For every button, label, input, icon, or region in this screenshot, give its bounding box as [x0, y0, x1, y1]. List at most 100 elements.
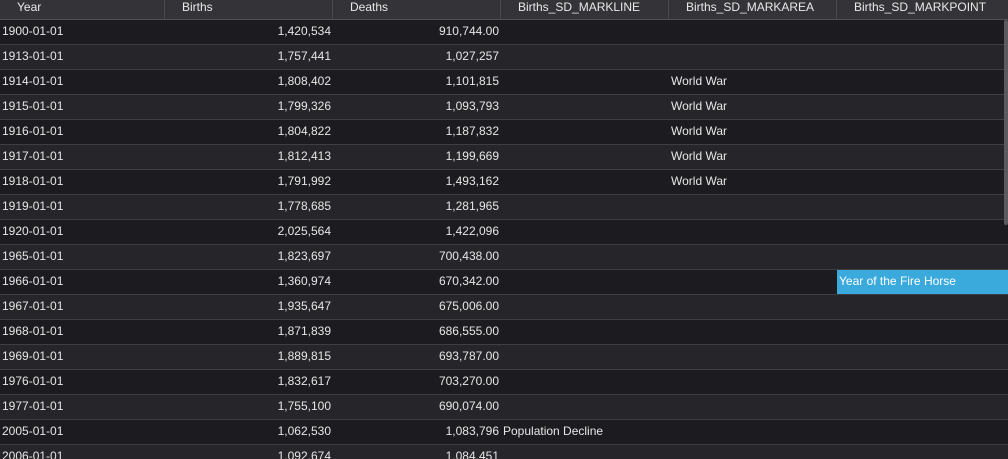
cell-births[interactable]: 1,808,402 [165, 70, 333, 94]
cell-births-sd-markarea[interactable]: World War [669, 170, 837, 194]
cell-births[interactable]: 1,812,413 [165, 145, 333, 169]
cell-births[interactable]: 1,889,815 [165, 345, 333, 369]
cell-deaths[interactable]: 1,493,162 [333, 170, 501, 194]
cell-births-sd-markpoint[interactable] [837, 245, 1008, 269]
cell-births-sd-markarea[interactable] [669, 220, 837, 244]
cell-year[interactable]: 1968-01-01 [0, 320, 165, 344]
cell-deaths[interactable]: 1,199,669 [333, 145, 501, 169]
cell-births-sd-markline[interactable] [501, 245, 669, 269]
cell-births-sd-markline[interactable] [501, 295, 669, 319]
cell-deaths[interactable]: 690,074.00 [333, 395, 501, 419]
cell-deaths[interactable]: 1,084,451 [333, 445, 501, 459]
cell-deaths[interactable]: 700,438.00 [333, 245, 501, 269]
vertical-scrollbar[interactable] [1004, 20, 1008, 225]
cell-births-sd-markarea[interactable] [669, 195, 837, 219]
cell-deaths[interactable]: 910,744.00 [333, 20, 501, 44]
cell-births-sd-markpoint[interactable] [837, 170, 1008, 194]
cell-births-sd-markline[interactable] [501, 195, 669, 219]
cell-births-sd-markarea[interactable] [669, 445, 837, 459]
cell-births-sd-markarea[interactable]: World War [669, 120, 837, 144]
cell-births-sd-markpoint[interactable] [837, 345, 1008, 369]
table-row[interactable]: 1965-01-01 1,823,697 700,438.00 [0, 245, 1008, 270]
cell-year[interactable]: 1966-01-01 [0, 270, 165, 294]
cell-year[interactable]: 1918-01-01 [0, 170, 165, 194]
table-row[interactable]: 1968-01-01 1,871,839 686,555.00 [0, 320, 1008, 345]
cell-births-sd-markline[interactable] [501, 370, 669, 394]
cell-births-sd-markpoint[interactable] [837, 195, 1008, 219]
cell-year[interactable]: 1917-01-01 [0, 145, 165, 169]
column-header-births-sd-markpoint[interactable]: Births_SD_MARKPOINT [837, 0, 1008, 19]
column-header-births[interactable]: Births [165, 0, 333, 19]
table-row[interactable]: 2005-01-01 1,062,530 1,083,796 Population D… [0, 420, 1008, 445]
table-row[interactable]: 1969-01-01 1,889,815 693,787.00 [0, 345, 1008, 370]
column-header-deaths[interactable]: Deaths [333, 0, 501, 19]
cell-births-sd-markarea[interactable] [669, 270, 837, 294]
cell-births-sd-markline[interactable] [501, 170, 669, 194]
cell-births-sd-markarea[interactable] [669, 370, 837, 394]
cell-births[interactable]: 1,935,647 [165, 295, 333, 319]
cell-year[interactable]: 1916-01-01 [0, 120, 165, 144]
cell-deaths[interactable]: 686,555.00 [333, 320, 501, 344]
cell-deaths[interactable]: 1,093,793 [333, 95, 501, 119]
cell-year[interactable]: 1919-01-01 [0, 195, 165, 219]
cell-births[interactable]: 1,360,974 [165, 270, 333, 294]
cell-deaths[interactable]: 675,006.00 [333, 295, 501, 319]
cell-births[interactable]: 2,025,564 [165, 220, 333, 244]
cell-births[interactable]: 1,832,617 [165, 370, 333, 394]
cell-births-sd-markline[interactable] [501, 220, 669, 244]
table-row[interactable]: 1976-01-01 1,832,617 703,270.00 [0, 370, 1008, 395]
cell-year[interactable]: 1920-01-01 [0, 220, 165, 244]
cell-births[interactable]: 1,871,839 [165, 320, 333, 344]
cell-births-sd-markpoint[interactable]: Year of the Fire Horse [837, 270, 1008, 294]
cell-births-sd-markline[interactable] [501, 320, 669, 344]
table-row[interactable]: 1919-01-01 1,778,685 1,281,965 [0, 195, 1008, 220]
cell-deaths[interactable]: 1,083,796 [333, 420, 501, 444]
cell-births-sd-markline[interactable]: Population Decline [501, 420, 669, 444]
cell-year[interactable]: 1900-01-01 [0, 20, 165, 44]
table-row[interactable]: 1977-01-01 1,755,100 690,074.00 [0, 395, 1008, 420]
cell-year[interactable]: 1914-01-01 [0, 70, 165, 94]
cell-births-sd-markpoint[interactable] [837, 445, 1008, 459]
cell-deaths[interactable]: 1,027,257 [333, 45, 501, 69]
cell-deaths[interactable]: 1,281,965 [333, 195, 501, 219]
cell-births-sd-markline[interactable] [501, 445, 669, 459]
table-row[interactable]: 1917-01-01 1,812,413 1,199,669 World War [0, 145, 1008, 170]
cell-births-sd-markarea[interactable] [669, 345, 837, 369]
cell-births[interactable]: 1,799,326 [165, 95, 333, 119]
cell-births-sd-markpoint[interactable] [837, 95, 1008, 119]
cell-births-sd-markline[interactable] [501, 345, 669, 369]
cell-births-sd-markline[interactable] [501, 95, 669, 119]
cell-deaths[interactable]: 693,787.00 [333, 345, 501, 369]
cell-deaths[interactable]: 670,342.00 [333, 270, 501, 294]
cell-births-sd-markpoint[interactable] [837, 320, 1008, 344]
cell-births-sd-markpoint[interactable] [837, 295, 1008, 319]
cell-births[interactable]: 1,062,530 [165, 420, 333, 444]
cell-year[interactable]: 1969-01-01 [0, 345, 165, 369]
cell-births-sd-markarea[interactable]: World War [669, 145, 837, 169]
cell-births-sd-markpoint[interactable] [837, 220, 1008, 244]
cell-births-sd-markarea[interactable] [669, 395, 837, 419]
cell-year[interactable]: 1967-01-01 [0, 295, 165, 319]
cell-births-sd-markpoint[interactable] [837, 45, 1008, 69]
cell-births-sd-markarea[interactable]: World War [669, 95, 837, 119]
cell-births[interactable]: 1,804,822 [165, 120, 333, 144]
cell-births-sd-markarea[interactable] [669, 45, 837, 69]
table-row[interactable]: 1967-01-01 1,935,647 675,006.00 [0, 295, 1008, 320]
table-row[interactable]: 1900-01-01 1,420,534 910,744.00 [0, 20, 1008, 45]
cell-births-sd-markpoint[interactable] [837, 395, 1008, 419]
cell-births-sd-markarea[interactable] [669, 20, 837, 44]
column-header-births-sd-markarea[interactable]: Births_SD_MARKAREA [669, 0, 837, 19]
cell-births-sd-markarea[interactable] [669, 245, 837, 269]
cell-births[interactable]: 1,823,697 [165, 245, 333, 269]
cell-births-sd-markpoint[interactable] [837, 420, 1008, 444]
cell-births-sd-markline[interactable] [501, 45, 669, 69]
cell-year[interactable]: 1977-01-01 [0, 395, 165, 419]
cell-births[interactable]: 1,778,685 [165, 195, 333, 219]
cell-year[interactable]: 1913-01-01 [0, 45, 165, 69]
cell-year[interactable]: 2006-01-01 [0, 445, 165, 459]
column-header-year[interactable]: Year [0, 0, 165, 19]
cell-year[interactable]: 2005-01-01 [0, 420, 165, 444]
cell-births-sd-markpoint[interactable] [837, 120, 1008, 144]
cell-births[interactable]: 1,420,534 [165, 20, 333, 44]
cell-births[interactable]: 1,757,441 [165, 45, 333, 69]
